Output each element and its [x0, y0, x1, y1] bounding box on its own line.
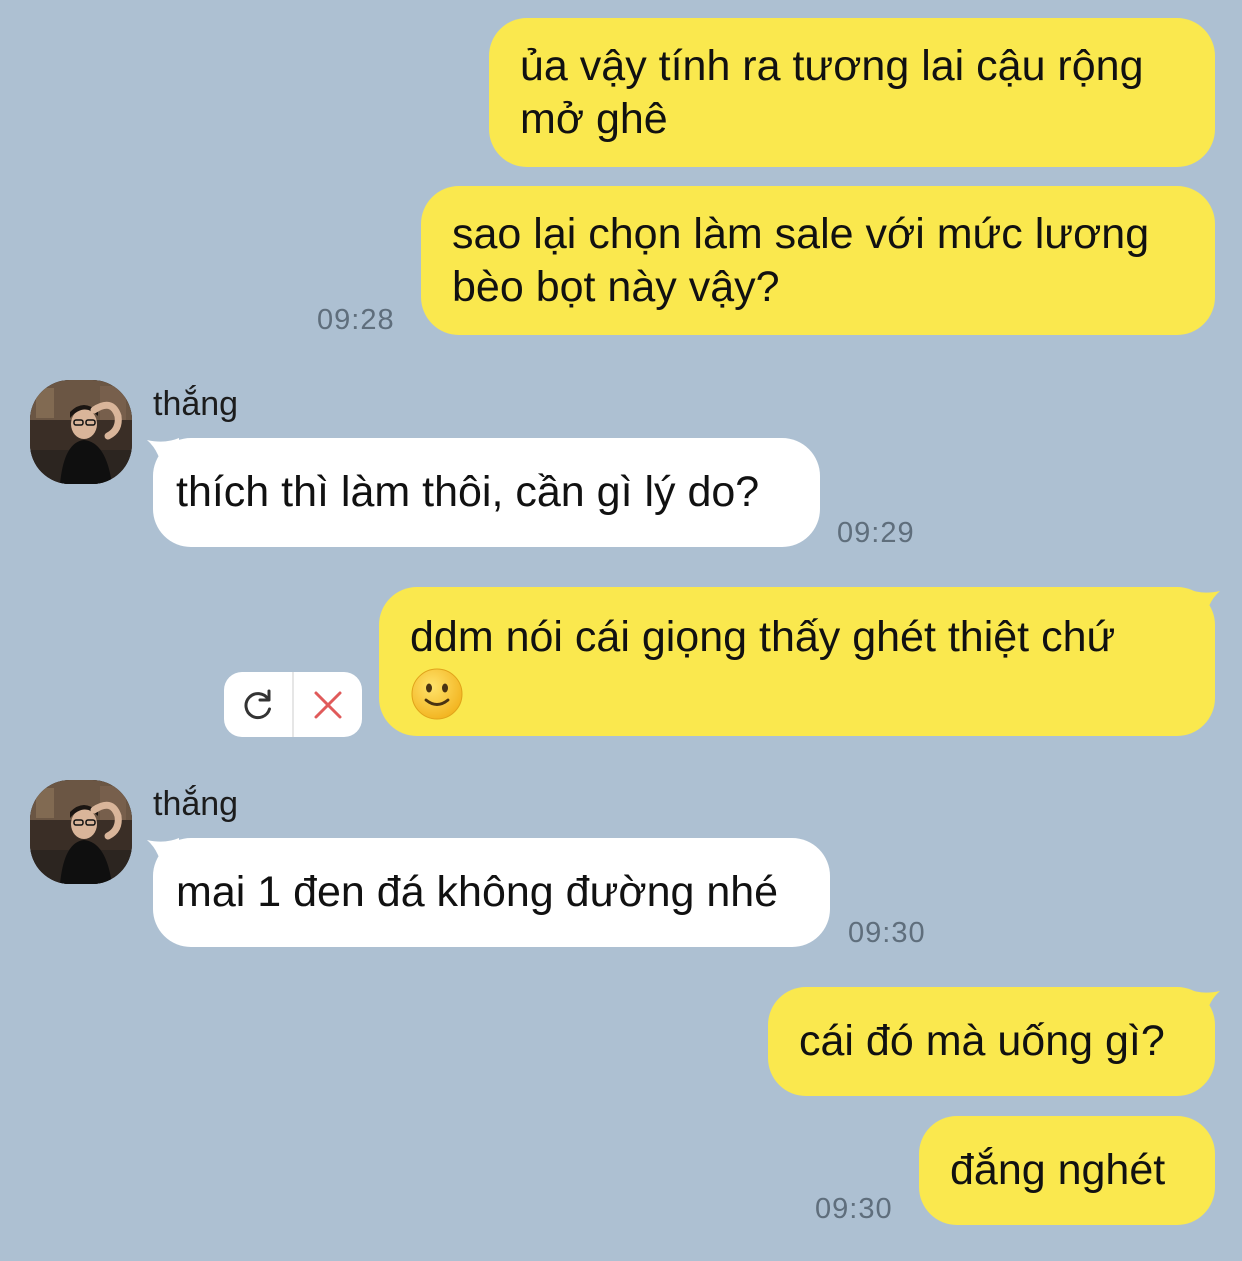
slightly-smiling-face-icon — [411, 668, 463, 720]
message-bubble-incoming[interactable]: thích thì làm thôi, cần gì lý do? — [153, 438, 820, 547]
avatar[interactable] — [30, 380, 132, 484]
sender-name: thắng — [153, 785, 239, 823]
message-timestamp: 09:29 — [837, 517, 915, 549]
retry-button[interactable] — [224, 672, 292, 737]
avatar-photo — [30, 380, 132, 484]
message-bubble-outgoing[interactable]: đắng nghét — [919, 1116, 1215, 1225]
message-text-line: ủa vậy tính ra tương lai cậu rộng — [520, 42, 1144, 90]
message-text-line: đắng nghét — [950, 1146, 1166, 1194]
message-bubble-outgoing[interactable]: ddm nói cái giọng thấy ghét thiệt chứ — [379, 587, 1215, 736]
message-text-line: mở ghê — [520, 95, 668, 143]
avatar-photo — [30, 780, 132, 884]
message-text-line: mai 1 đen đá không đường nhé — [176, 868, 779, 916]
message-bubble-outgoing[interactable]: sao lại chọn làm sale với mức lương bèo … — [421, 186, 1215, 335]
message-text-line: cái đó mà uống gì? — [799, 1017, 1165, 1065]
message-text-line: ddm nói cái giọng thấy ghét thiệt chứ — [410, 613, 1116, 661]
message-timestamp: 09:30 — [848, 917, 926, 949]
retry-icon — [244, 689, 271, 719]
message-text-line: sao lại chọn làm sale với mức lương — [452, 210, 1150, 258]
message-bubble-outgoing[interactable]: ủa vậy tính ra tương lai cậu rộng mở ghê — [489, 18, 1215, 167]
message-text-line: thích thì làm thôi, cần gì lý do? — [176, 468, 760, 516]
close-icon — [314, 691, 342, 718]
message-text-line: bèo bọt này vậy? — [452, 263, 780, 311]
message-timestamp: 09:30 — [815, 1193, 893, 1225]
message-bubble-outgoing[interactable]: cái đó mà uống gì? — [768, 987, 1215, 1096]
message-timestamp: 09:28 — [317, 304, 395, 336]
sender-name: thắng — [153, 385, 239, 423]
message-emoji — [410, 664, 1215, 721]
failed-message-actions — [224, 672, 362, 737]
avatar[interactable] — [30, 780, 132, 884]
message-bubble-incoming[interactable]: mai 1 đen đá không đường nhé — [153, 838, 830, 947]
delete-button[interactable] — [294, 672, 362, 737]
